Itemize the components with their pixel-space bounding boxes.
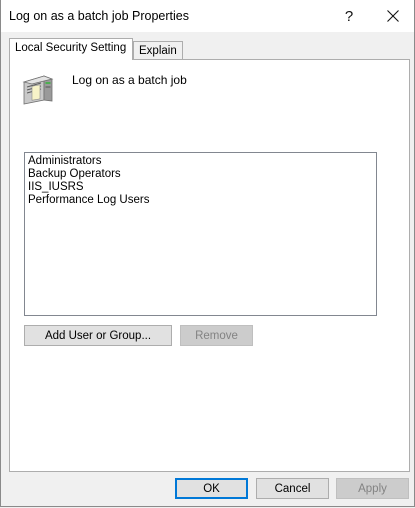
- list-item[interactable]: IIS_IUSRS: [28, 181, 373, 194]
- tab-local-security-setting[interactable]: Local Security Setting: [9, 38, 133, 60]
- members-listbox[interactable]: Administrators Backup Operators IIS_IUSR…: [24, 152, 377, 316]
- close-icon: [387, 10, 399, 22]
- help-icon: ?: [344, 7, 354, 25]
- list-item[interactable]: Backup Operators: [28, 168, 373, 181]
- ok-button[interactable]: OK: [175, 478, 248, 499]
- tab-explain[interactable]: Explain: [133, 41, 183, 61]
- apply-button[interactable]: Apply: [336, 478, 409, 499]
- add-user-or-group-button[interactable]: Add User or Group...: [24, 325, 172, 346]
- title-bar: Log on as a batch job Properties ?: [1, 0, 414, 32]
- cancel-button[interactable]: Cancel: [256, 478, 329, 499]
- close-button[interactable]: [374, 0, 412, 32]
- window-title: Log on as a batch job Properties: [9, 9, 189, 23]
- remove-button[interactable]: Remove: [180, 325, 253, 346]
- policy-name-label: Log on as a batch job: [72, 73, 187, 87]
- server-policy-icon: [22, 75, 54, 105]
- help-button[interactable]: ?: [330, 0, 368, 32]
- tab-panel: Log on as a batch job Administrators Bac…: [9, 59, 410, 472]
- list-item[interactable]: Performance Log Users: [28, 194, 373, 207]
- list-item[interactable]: Administrators: [28, 155, 373, 168]
- properties-dialog: Log on as a batch job Properties ? Local…: [0, 0, 415, 507]
